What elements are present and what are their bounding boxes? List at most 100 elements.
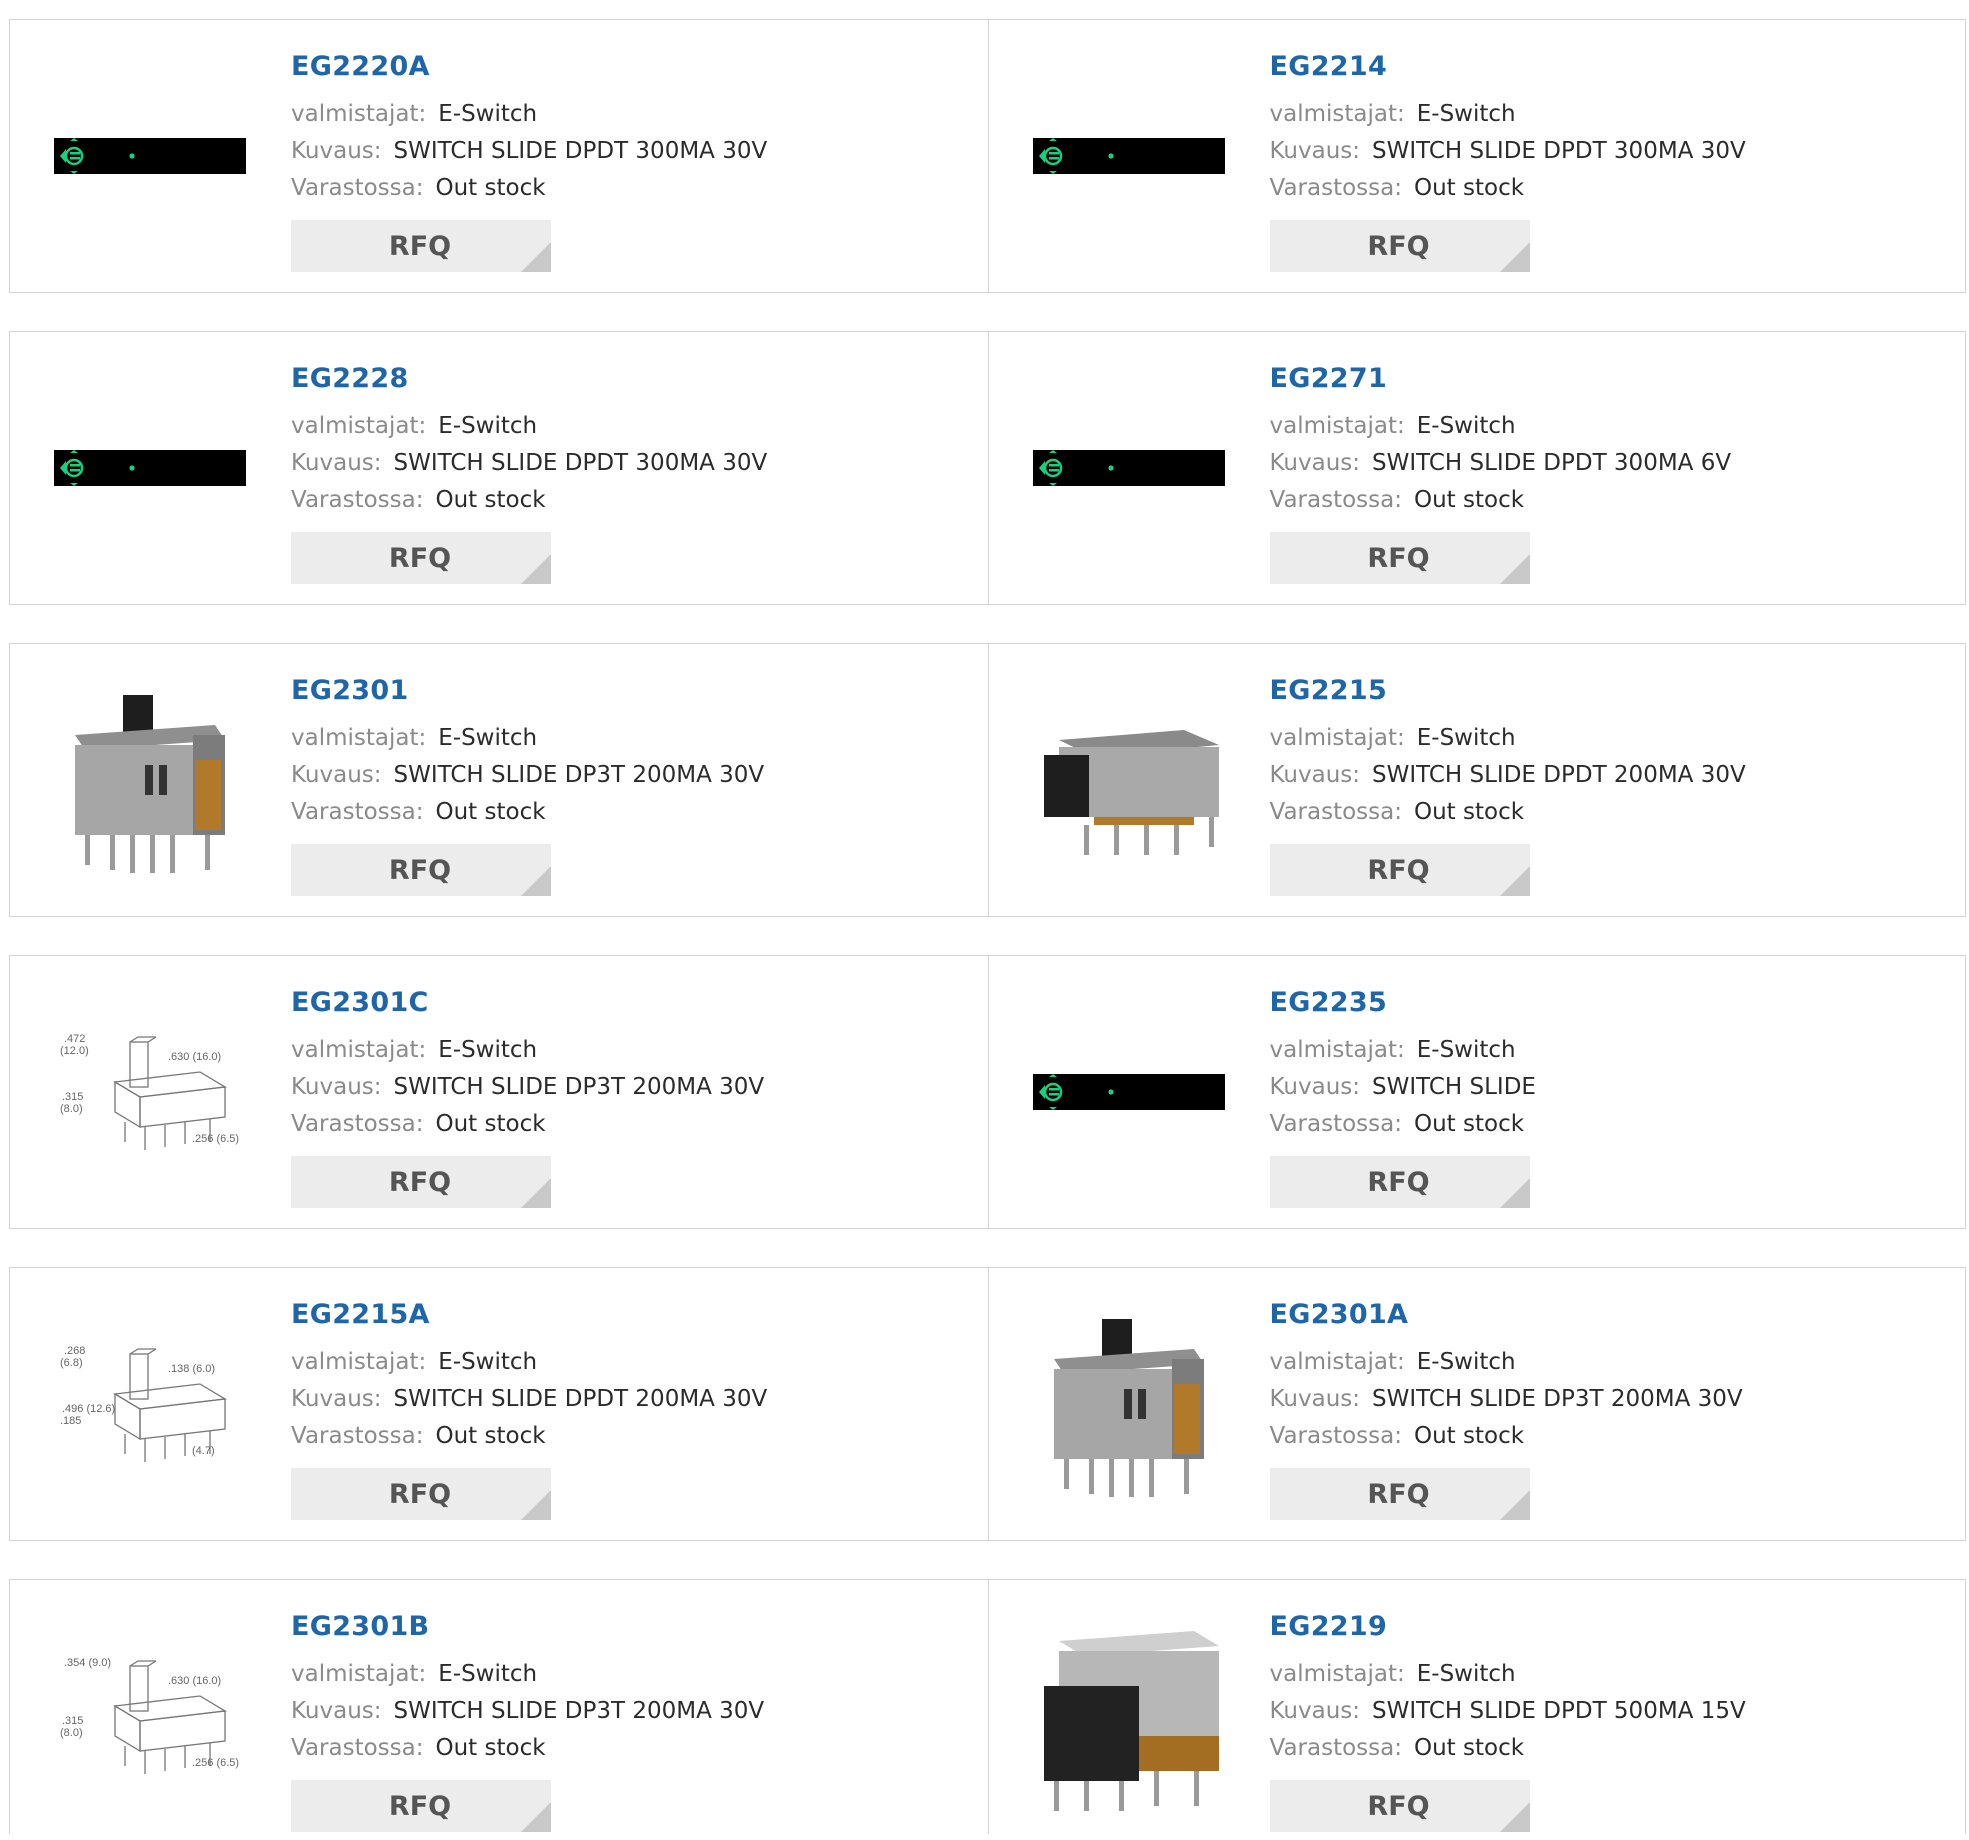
manufacturer-line: valmistajat: E-Switch <box>1270 1656 1746 1693</box>
stock-label: Varastossa: <box>291 487 424 513</box>
rfq-button[interactable]: RFQ <box>1269 1780 1530 1832</box>
corner-decoration <box>1499 242 1530 272</box>
product-card: EG2214 valmistajat: E-Switch Kuvaus: SWITCH … <box>987 20 1966 292</box>
part-number-link[interactable]: EG2215A <box>291 1298 767 1332</box>
corner-decoration <box>521 554 551 584</box>
manufacturer-line: valmistajat: E-Switch <box>291 1656 764 1693</box>
part-number-link[interactable]: EG2214 <box>1270 50 1746 84</box>
stock-value: Out stock <box>1413 799 1525 825</box>
part-number-link[interactable]: EG2301C <box>291 986 764 1020</box>
product-image[interactable] <box>50 368 250 568</box>
manufacturer-value: E-Switch <box>1416 101 1516 127</box>
manufacturer-line: valmistajat: E-Switch <box>1270 96 1746 133</box>
stock-value: Out stock <box>1413 487 1525 513</box>
part-number-link[interactable]: EG2219 <box>1270 1610 1746 1644</box>
stock-value: Out stock <box>435 1111 546 1137</box>
product-image[interactable]: .354 (9.0) .630 (16.0) .315 (8.0) .256 (6.5) <box>50 1616 250 1816</box>
manufacturer-value: E-Switch <box>438 101 538 127</box>
corner-decoration <box>1499 1490 1530 1520</box>
part-number-link[interactable]: EG2301 <box>291 674 764 708</box>
part-number-link[interactable]: EG2235 <box>1270 986 1536 1020</box>
stock-label: Varastossa: <box>1269 175 1402 201</box>
product-row: .354 (9.0) .630 (16.0) .315 (8.0) .256 (6.5)… <box>9 1579 1966 1834</box>
corner-decoration <box>1499 1802 1530 1832</box>
product-row: .268 (6.8) .138 (6.0) .496 (12.6) .185 (4.7) E… <box>9 1267 1966 1541</box>
part-number-link[interactable]: EG2215 <box>1270 674 1746 708</box>
dim-label: .472 <box>64 1033 85 1045</box>
description-value: SWITCH SLIDE DP3T 200MA 30V <box>393 1074 765 1100</box>
product-image[interactable] <box>1029 992 1229 1192</box>
rfq-button[interactable]: RFQ <box>1269 844 1530 896</box>
part-number-link[interactable]: EG2301A <box>1270 1298 1743 1332</box>
description-label: Kuvaus: <box>1269 1386 1361 1412</box>
rfq-button[interactable]: RFQ <box>291 220 551 272</box>
description-line: Kuvaus: SWITCH SLIDE DPDT 300MA 6V <box>1270 445 1732 482</box>
rfq-button[interactable]: RFQ <box>1269 532 1530 584</box>
stock-value: Out stock <box>435 799 546 825</box>
manufacturer-line: valmistajat: E-Switch <box>291 1344 767 1381</box>
rfq-button[interactable]: RFQ <box>291 844 551 896</box>
rfq-button[interactable]: RFQ <box>1269 220 1530 272</box>
product-image[interactable]: .472 (12.0) .630 (16.0) .315 (8.0) .256 (6.5) <box>50 992 250 1192</box>
stock-line: Varastossa: Out stock <box>1270 1106 1536 1143</box>
description-line: Kuvaus: SWITCH SLIDE DPDT 300MA 30V <box>291 133 767 170</box>
rfq-button-label: RFQ <box>388 1790 452 1822</box>
stock-line: Varastossa: Out stock <box>291 794 764 831</box>
part-number-link[interactable]: EG2220A <box>291 50 767 84</box>
dim-label: .268 <box>64 1345 85 1357</box>
description-label: Kuvaus: <box>291 450 382 476</box>
product-image[interactable] <box>1029 1304 1229 1504</box>
dim-label: .256 (6.5) <box>192 1133 239 1145</box>
description-label: Kuvaus: <box>291 1698 382 1724</box>
rfq-button[interactable]: RFQ <box>291 1780 551 1832</box>
manufacturer-value: E-Switch <box>438 1661 538 1687</box>
rfq-button[interactable]: RFQ <box>1269 1468 1530 1520</box>
rfq-button-label: RFQ <box>1367 1166 1430 1198</box>
stock-label: Varastossa: <box>291 799 424 825</box>
product-image[interactable] <box>1029 1616 1229 1816</box>
dim-label: .354 (9.0) <box>64 1657 111 1669</box>
product-image[interactable] <box>1029 368 1229 568</box>
rfq-button[interactable]: RFQ <box>291 1156 551 1208</box>
description-value: SWITCH SLIDE DP3T 200MA 30V <box>1372 1386 1743 1412</box>
description-value: SWITCH SLIDE DP3T 200MA 30V <box>393 1698 765 1724</box>
product-card: EG2220A valmistajat: E-Switch Kuvaus: SWITCH… <box>10 20 988 292</box>
description-value: SWITCH SLIDE DPDT 200MA 30V <box>1372 762 1746 788</box>
part-number-link[interactable]: EG2301B <box>291 1610 764 1644</box>
product-image[interactable] <box>50 56 250 256</box>
stock-label: Varastossa: <box>1269 487 1402 513</box>
product-image[interactable] <box>1029 680 1229 880</box>
rfq-button-label: RFQ <box>388 854 452 886</box>
product-image[interactable] <box>1029 56 1229 256</box>
product-info: EG2271 valmistajat: E-Switch Kuvaus: SWITCH … <box>1270 362 1732 519</box>
description-line: Kuvaus: SWITCH SLIDE DP3T 200MA 30V <box>291 757 764 794</box>
product-info: EG2215A valmistajat: E-Switch Kuvaus: SWITCH… <box>291 1298 767 1455</box>
rfq-button[interactable]: RFQ <box>291 532 551 584</box>
description-value: SWITCH SLIDE <box>1372 1074 1536 1100</box>
manufacturer-value: E-Switch <box>1416 1349 1516 1375</box>
product-image[interactable] <box>50 680 250 880</box>
rfq-button[interactable]: RFQ <box>1269 1156 1530 1208</box>
dim-label: (12.0) <box>60 1045 89 1057</box>
stock-line: Varastossa: Out stock <box>1270 1730 1746 1767</box>
rfq-button-label: RFQ <box>388 1166 452 1198</box>
corner-decoration <box>521 1178 551 1208</box>
rfq-button[interactable]: RFQ <box>291 1468 551 1520</box>
dim-label: (4.7) <box>192 1445 215 1457</box>
product-card: EG2301A valmistajat: E-Switch Kuvaus: SWITCH… <box>987 1268 1966 1540</box>
product-image[interactable]: .268 (6.8) .138 (6.0) .496 (12.6) .185 (4.7) <box>50 1304 250 1504</box>
part-number-link[interactable]: EG2228 <box>291 362 767 396</box>
stock-line: Varastossa: Out stock <box>291 482 767 519</box>
stock-value: Out stock <box>1413 1735 1525 1761</box>
manufacturer-label: valmistajat: <box>1269 1349 1405 1375</box>
stock-value: Out stock <box>435 487 546 513</box>
description-label: Kuvaus: <box>1269 450 1361 476</box>
stock-value: Out stock <box>435 1423 546 1449</box>
manufacturer-label: valmistajat: <box>1269 1037 1405 1063</box>
product-row: EG2301 valmistajat: E-Switch Kuvaus: SWITCH … <box>9 643 1966 917</box>
description-label: Kuvaus: <box>1269 1074 1361 1100</box>
part-number-link[interactable]: EG2271 <box>1270 362 1732 396</box>
description-value: SWITCH SLIDE DPDT 300MA 30V <box>393 450 768 476</box>
description-value: SWITCH SLIDE DPDT 200MA 30V <box>393 1386 768 1412</box>
manufacturer-value: E-Switch <box>1416 1037 1516 1063</box>
